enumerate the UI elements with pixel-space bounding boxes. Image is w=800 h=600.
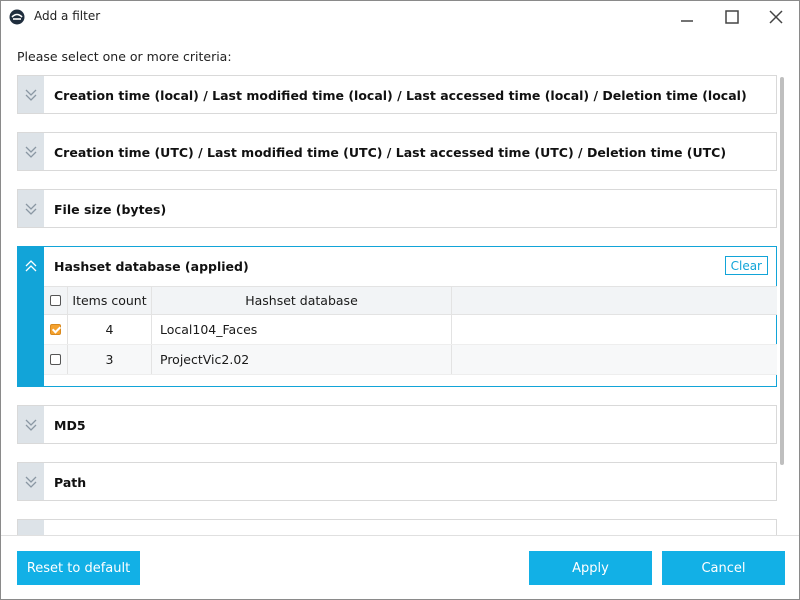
close-icon [769,10,783,24]
section-title: Path [54,475,87,490]
row-checkbox[interactable] [50,324,61,335]
row-check-cell[interactable] [44,315,68,344]
section-title: Hashset database (applied) [54,259,249,274]
cancel-button[interactable]: Cancel [662,551,785,585]
app-logo-icon [9,9,25,25]
maximize-icon [725,10,739,24]
section-file-size[interactable]: File size (bytes) [17,189,777,228]
section-expand-toggle[interactable] [18,133,44,170]
maximize-button[interactable] [710,1,754,33]
items-count-cell: 4 [68,315,152,344]
column-header-hashset-database[interactable]: Hashset database [152,287,452,314]
header-select-all[interactable] [44,287,68,314]
section-path[interactable]: Path [17,462,777,501]
criteria-list[interactable]: Creation time (local) / Last modified ti… [17,75,779,535]
chevron-double-down-icon [25,419,37,431]
apply-button[interactable]: Apply [529,551,652,585]
row-checkbox[interactable] [50,354,61,365]
table-header: Items count Hashset database [44,286,777,315]
reset-to-default-button[interactable]: Reset to default [17,551,140,585]
section-md5[interactable]: MD5 [17,405,777,444]
hashset-table: Items count Hashset database 4 Local104_… [44,286,777,386]
hashset-database-cell: ProjectVic2.02 [152,345,452,374]
chevron-double-down-icon [25,146,37,158]
close-button[interactable] [754,1,798,33]
section-title: File size (bytes) [54,202,167,217]
table-row[interactable]: 3 ProjectVic2.02 [44,345,777,375]
section-collapse-toggle[interactable] [18,247,44,386]
table-row[interactable]: 4 Local104_Faces [44,315,777,345]
section-creation-time-utc[interactable]: Creation time (UTC) / Last modified time… [17,132,777,171]
section-expand-toggle[interactable] [18,190,44,227]
row-check-cell[interactable] [44,345,68,374]
minimize-button[interactable] [665,1,709,33]
footer-divider [1,535,799,536]
chevron-double-up-icon [25,260,37,272]
chevron-double-down-icon [25,89,37,101]
chevron-double-down-icon [25,476,37,488]
section-hashset-database[interactable]: Hashset database (applied) Clear Items c… [17,246,777,387]
select-all-checkbox[interactable] [50,295,61,306]
section-title: Creation time (UTC) / Last modified time… [54,145,727,160]
section-title: Creation time (local) / Last modified ti… [54,88,747,103]
title-bar[interactable]: Add a filter [1,1,799,34]
minimize-icon [681,20,693,22]
scrollbar-thumb[interactable] [780,77,784,465]
window-title: Add a filter [34,9,101,23]
section-expand-toggle[interactable] [18,406,44,443]
criteria-prompt: Please select one or more criteria: [17,49,232,64]
column-header-items-count[interactable]: Items count [68,287,152,314]
section-title: MD5 [54,418,86,433]
chevron-double-down-icon [25,203,37,215]
clear-button[interactable]: Clear [724,256,768,275]
section-expand-toggle[interactable] [18,463,44,500]
filter-dialog: Add a filter Please select one or more c… [0,0,800,600]
hashset-database-cell: Local104_Faces [152,315,452,344]
items-count-cell: 3 [68,345,152,374]
section-partial[interactable] [17,519,777,535]
section-expand-toggle[interactable] [18,76,44,113]
section-expand-toggle[interactable] [18,520,44,535]
section-creation-time-local[interactable]: Creation time (local) / Last modified ti… [17,75,777,114]
